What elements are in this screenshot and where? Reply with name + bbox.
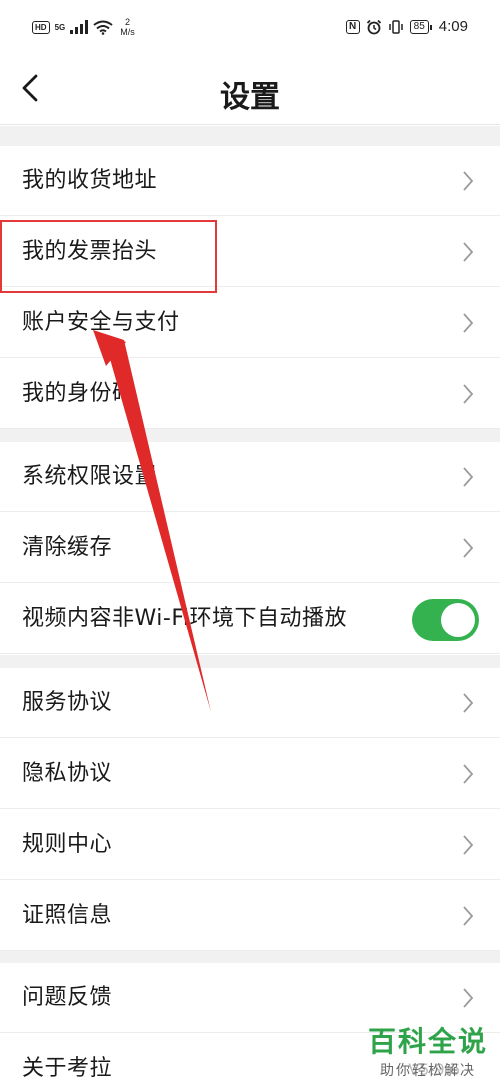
- autoplay-toggle[interactable]: [412, 599, 479, 641]
- settings-item-rules-center[interactable]: 规则中心: [0, 810, 500, 880]
- settings-item-invoice-title[interactable]: 我的发票抬头: [0, 217, 500, 287]
- header: 设置: [0, 58, 500, 125]
- status-left: HD 5G 2 M/s: [32, 17, 135, 37]
- chevron-right-icon: [463, 835, 474, 855]
- settings-item-privacy-agreement[interactable]: 隐私协议: [0, 739, 500, 809]
- chevron-right-icon: [463, 693, 474, 713]
- item-label: 清除缓存: [22, 535, 113, 560]
- section-gap: [0, 950, 500, 963]
- item-label: 我的身份码: [22, 381, 135, 406]
- chevron-right-icon: [463, 171, 474, 191]
- status-right: N 85 4:09: [345, 18, 468, 35]
- toggle-knob: [441, 603, 475, 637]
- watermark-sub: 助你轻松解决: [379, 1063, 476, 1079]
- speed-unit: M/s: [120, 27, 135, 37]
- section-gap: [0, 655, 500, 668]
- network-type: 5G: [54, 22, 66, 32]
- chevron-right-icon: [463, 467, 474, 487]
- item-label: 关于考拉: [22, 1056, 113, 1081]
- chevron-right-icon: [463, 988, 474, 1008]
- alarm-icon: [366, 19, 381, 34]
- settings-item-service-agreement[interactable]: 服务协议: [0, 668, 500, 738]
- network-speed: 2 M/s: [120, 17, 135, 37]
- item-label: 我的收货地址: [22, 168, 158, 193]
- item-label: 隐私协议: [22, 761, 113, 786]
- signal-icon: [70, 20, 89, 34]
- clock: 4:09: [438, 18, 468, 35]
- item-label: 账户安全与支付: [22, 310, 180, 335]
- chevron-right-icon: [463, 538, 474, 558]
- settings-item-video-autoplay: 视频内容非Wi-Fi环境下自动播放: [0, 584, 500, 654]
- settings-item-license-info[interactable]: 证照信息: [0, 881, 500, 951]
- battery-icon: 85: [409, 19, 432, 34]
- section-gap: [0, 126, 500, 146]
- item-label: 问题反馈: [22, 985, 113, 1010]
- item-label: 规则中心: [22, 832, 113, 857]
- nfc-icon: N: [345, 19, 360, 34]
- chevron-right-icon: [463, 313, 474, 333]
- item-label: 证照信息: [22, 903, 113, 928]
- hd-badge: HD: [32, 20, 50, 34]
- item-label: 系统权限设置: [22, 464, 158, 489]
- settings-item-account-security[interactable]: 账户安全与支付: [0, 288, 500, 358]
- item-label: 服务协议: [22, 690, 113, 715]
- wifi-icon: [93, 20, 113, 35]
- chevron-right-icon: [463, 906, 474, 926]
- status-bar: HD 5G 2 M/s N 85 4:09: [0, 0, 500, 58]
- section-gap: [0, 429, 500, 442]
- item-label: 我的发票抬头: [22, 239, 158, 264]
- chevron-right-icon: [463, 242, 474, 262]
- settings-item-identity-code[interactable]: 我的身份码: [0, 359, 500, 429]
- watermark-logo: 百科全说 助你轻松解决: [368, 1020, 488, 1080]
- vibrate-icon: [388, 19, 403, 34]
- chevron-right-icon: [463, 384, 474, 404]
- item-label: 视频内容非Wi-Fi环境下自动播放: [22, 606, 347, 631]
- speed-value: 2: [124, 17, 130, 27]
- settings-item-clear-cache[interactable]: 清除缓存: [0, 513, 500, 583]
- chevron-right-icon: [463, 764, 474, 784]
- settings-item-shipping-address[interactable]: 我的收货地址: [0, 146, 500, 216]
- settings-item-system-permissions[interactable]: 系统权限设置: [0, 442, 500, 512]
- watermark-main: 百科全说: [367, 1025, 488, 1058]
- page-title: 设置: [220, 80, 280, 115]
